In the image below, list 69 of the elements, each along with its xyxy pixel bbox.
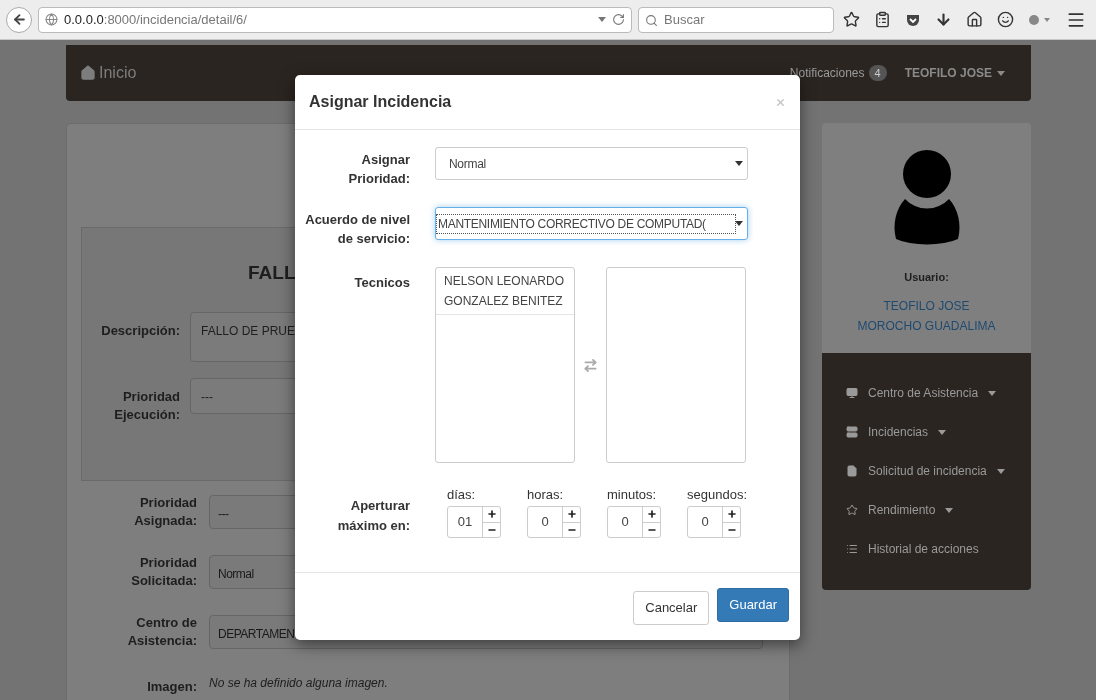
caret-icon — [988, 390, 997, 396]
spinner-label: minutos: — [607, 487, 657, 503]
number-spinner[interactable]: 01 — [447, 506, 501, 538]
search-icon — [645, 13, 658, 27]
sidebar-menu-item[interactable]: Centro de Asistencia — [846, 383, 1031, 403]
image-note: No se ha definido alguna imagen. — [209, 675, 388, 692]
plus-icon — [646, 509, 657, 520]
sidebar-menu-item[interactable]: Historial de acciones — [846, 539, 1031, 559]
sidebar-menu-item[interactable]: Solicitud de incidencia — [846, 461, 1031, 481]
plus-icon — [486, 509, 497, 520]
number-spinner[interactable]: 0 — [607, 506, 661, 538]
spinner-label: segundos: — [687, 487, 747, 503]
number-spinner[interactable]: 0 — [527, 506, 581, 538]
caret-icon — [735, 161, 743, 166]
caret-icon — [945, 507, 954, 513]
caret-icon — [997, 70, 1005, 76]
monitor-icon — [846, 387, 858, 399]
form-label: Acuerdo de nivel de servicio: — [304, 211, 410, 248]
download-icon[interactable] — [935, 11, 952, 28]
cancel-button[interactable]: Cancelar — [633, 590, 710, 625]
search-field[interactable]: Buscar — [638, 6, 834, 33]
caret-icon — [996, 468, 1005, 474]
field-label: Prioridad Solicitada: — [130, 554, 197, 590]
increment-button[interactable] — [483, 507, 500, 523]
field-label: Prioridad Asignada: — [133, 494, 197, 530]
plus-icon — [566, 509, 577, 520]
home-icon[interactable] — [966, 11, 983, 28]
home-icon — [80, 65, 96, 81]
technician-option[interactable]: NELSON LEONARDO GONZALEZ BENITEZ — [436, 268, 574, 315]
chat-icon[interactable] — [997, 11, 1014, 28]
sidebar-menu-item[interactable]: Rendimiento — [846, 500, 1031, 520]
field-label: Prioridad Ejecución: — [113, 388, 180, 424]
form-label: Tecnicos — [353, 274, 410, 292]
form-label: Aperturar máximo en: — [336, 497, 410, 535]
caret-icon — [598, 17, 606, 22]
star-icon — [846, 504, 858, 516]
url-text: 0.0.0.0:8000/incidencia/detail/6/ — [64, 10, 248, 29]
increment-button[interactable] — [723, 507, 740, 523]
home-link[interactable]: Inicio — [80, 61, 137, 85]
increment-button[interactable] — [563, 507, 580, 523]
dropdown-select[interactable]: MANTENIMIENTO CORRECTIVO DE COMPUTAD( — [435, 207, 748, 240]
reload-icon[interactable] — [612, 13, 625, 26]
caret-icon — [938, 429, 947, 435]
detail-title: FALL — [248, 261, 296, 285]
save-button[interactable]: Guardar — [717, 587, 789, 622]
server-icon — [846, 426, 858, 438]
clipboard-icon[interactable] — [874, 11, 891, 28]
spinner-label: horas: — [527, 487, 564, 503]
available-technicians-list[interactable]: NELSON LEONARDO GONZALEZ BENITEZ — [435, 267, 575, 463]
bookmark-star-icon[interactable] — [843, 11, 860, 28]
field-label: Imagen: — [146, 678, 197, 696]
user-menu[interactable]: TEOFILO JOSE — [904, 64, 1005, 82]
list-icon — [846, 543, 858, 555]
field-label: Descripción: — [100, 322, 180, 340]
increment-button[interactable] — [643, 507, 660, 523]
user-label: Usuario: — [904, 270, 949, 285]
form-label: Asignar Prioridad: — [347, 151, 410, 188]
dropdown-select[interactable]: Normal — [435, 147, 748, 180]
back-button[interactable] — [6, 6, 32, 33]
dialog-title: Asignar Incidencia — [309, 92, 452, 112]
plus-icon — [726, 509, 737, 520]
address-bar[interactable]: 0.0.0.0:8000/incidencia/detail/6/ — [38, 6, 632, 33]
file-icon — [846, 465, 858, 477]
spinner-label: días: — [447, 487, 476, 503]
sidebar-menu-item[interactable]: Incidencias — [846, 422, 1031, 442]
notifications-link[interactable]: Notificaciones 4 — [789, 64, 887, 82]
number-spinner[interactable]: 0 — [687, 506, 741, 538]
field-label: Centro de Asistencia: — [126, 614, 197, 650]
globe-icon — [45, 13, 58, 26]
